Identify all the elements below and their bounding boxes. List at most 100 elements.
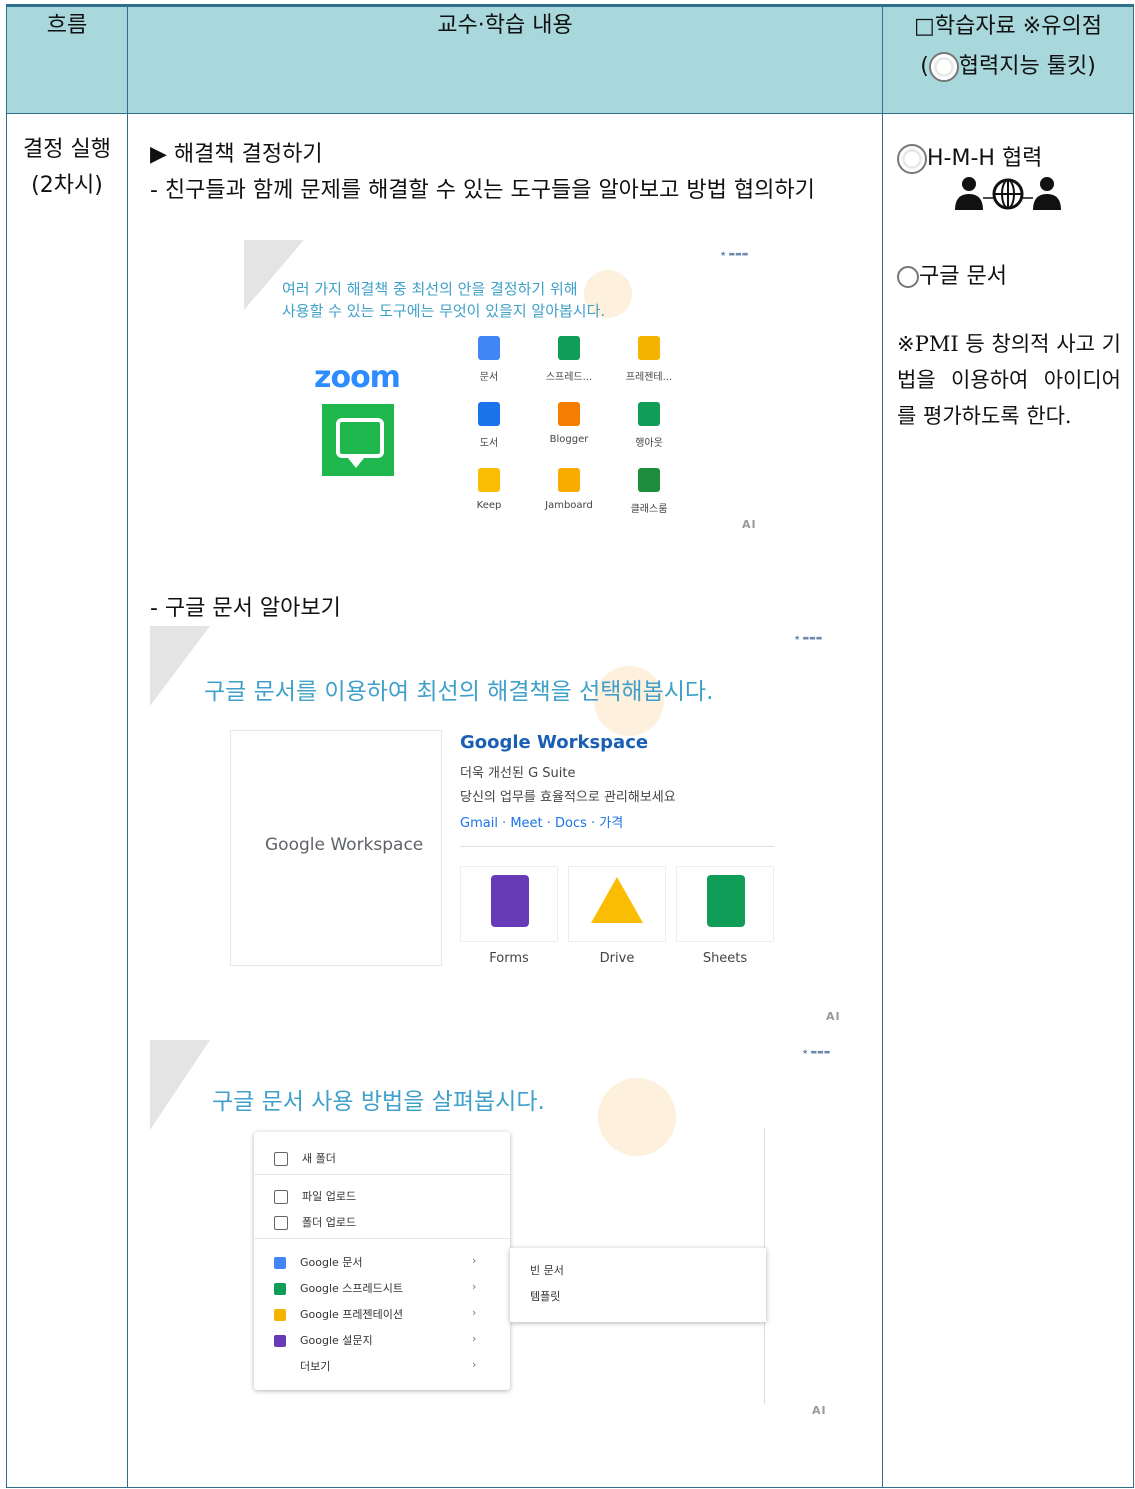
app-icon — [558, 336, 580, 360]
app-label: 행아웃 — [635, 438, 663, 449]
menu-item-1[interactable]: 새 폴더 — [274, 1150, 336, 1166]
workspace-logo-card: Google Workspace — [230, 730, 442, 966]
app-label: 도서 — [479, 438, 499, 449]
slide-decoration — [150, 626, 210, 706]
google-app-4[interactable]: 도서 — [454, 402, 524, 449]
slides-icon — [274, 1309, 286, 1321]
menu-item-7[interactable]: Google 설문지 — [274, 1332, 373, 1348]
lesson-plan-table: 흐름 교수·학습 내용 □학습자료 ※유의점 (협력지능 툴킷) 결정 실행 (… — [6, 4, 1134, 1488]
menu-item-label: Google 프레젠테이션 — [300, 1308, 404, 1321]
workspace-tile-2[interactable]: Drive — [568, 866, 666, 966]
blank-icon — [274, 1361, 286, 1373]
submenu-blank-doc[interactable]: 빈 문서 — [530, 1262, 564, 1278]
slide-tools: ★ ▬▬▬ 여러 가지 해결책 중 최선의 안을 결정하기 위해 사용할 수 있… — [244, 240, 768, 540]
app-icon — [558, 468, 580, 492]
workspace-tile-label: Forms — [489, 951, 529, 966]
menu-item-label: 새 폴더 — [302, 1152, 336, 1165]
institution-logo: ★ ▬▬▬ — [720, 250, 749, 258]
new-folder-icon — [274, 1152, 288, 1166]
header-materials-line1: □학습자료 ※유의점 — [914, 14, 1102, 39]
header-materials: □학습자료 ※유의점 (협력지능 툴킷) — [882, 5, 1134, 114]
people-globe-icon — [953, 176, 1063, 212]
slide-tools-title: 여러 가지 해결책 중 최선의 안을 결정하기 위해 사용할 수 있는 도구에는… — [282, 280, 606, 320]
institution-logo: ★ ▬▬▬ — [802, 1048, 831, 1056]
material-google-docs: 구글 문서 — [897, 258, 1007, 290]
hangouts-meet-icon — [322, 404, 394, 476]
app-label: Blogger — [549, 434, 589, 445]
cci-badge-icon — [928, 52, 959, 82]
menu-divider — [254, 1174, 510, 1175]
header-content: 교수·학습 내용 — [127, 5, 883, 114]
header-materials-line2: (협력지능 툴킷) — [883, 47, 1133, 87]
google-app-1[interactable]: 문서 — [454, 336, 524, 383]
slide-decoration — [150, 1040, 210, 1130]
stage-name: 결정 실행 — [23, 137, 111, 162]
drive-icon — [591, 877, 643, 923]
slide-ai-mark: AI — [826, 1010, 841, 1023]
menu-item-label: Google 스프레드시트 — [300, 1282, 404, 1295]
menu-item-2[interactable]: 파일 업로드 — [274, 1188, 356, 1204]
menu-item-label: 파일 업로드 — [302, 1190, 357, 1203]
forms-icon — [274, 1335, 286, 1347]
workspace-card-title[interactable]: Google Workspace — [460, 732, 648, 753]
google-app-3[interactable]: 프레젠테... — [614, 336, 684, 383]
institution-logo: ★ ▬▬▬ — [794, 634, 823, 642]
menu-item-label: 폴더 업로드 — [302, 1216, 357, 1229]
content-cell: ▶ 해결책 결정하기 - 친구들과 함께 문제를 해결할 수 있는 도구들을 알… — [127, 113, 883, 1488]
app-icon — [478, 402, 500, 426]
folder-upload-icon — [274, 1216, 288, 1230]
submenu-template[interactable]: 템플릿 — [530, 1288, 560, 1304]
workspace-tile-label: Drive — [599, 951, 635, 966]
workspace-card-links[interactable]: Gmail · Meet · Docs · 가격 — [460, 812, 623, 831]
zoom-logo: zoom — [314, 360, 401, 395]
menu-item-3[interactable]: 폴더 업로드 — [274, 1214, 356, 1230]
app-icon — [638, 468, 660, 492]
slide-workspace: ★ ▬▬▬ 구글 문서를 이용하여 최선의 해결책을 선택해봅시다. Googl… — [150, 626, 862, 1038]
circle-bullet-icon — [897, 266, 919, 288]
menu-item-5[interactable]: Google 스프레드시트 — [274, 1280, 403, 1296]
file-upload-icon — [274, 1190, 288, 1204]
google-app-8[interactable]: Jamboard — [534, 468, 604, 511]
google-app-6[interactable]: 행아웃 — [614, 402, 684, 449]
new-menu: 새 폴더파일 업로드폴더 업로드 Google 문서 › Google 스프레드시트 ›… — [254, 1132, 510, 1390]
menu-item-label: 더보기 — [300, 1360, 331, 1373]
workspace-card-line2: 당신의 업무를 효율적으로 관리해보세요 — [460, 790, 676, 805]
workspace-tile-3[interactable]: Sheets — [676, 866, 774, 966]
google-app-2[interactable]: 스프레드... — [534, 336, 604, 383]
forms-icon — [491, 875, 529, 927]
menu-item-4[interactable]: Google 문서 — [274, 1254, 363, 1270]
header-flow: 흐름 — [6, 5, 128, 114]
app-label: 프레젠테... — [625, 372, 673, 383]
stage-cell: 결정 실행 (2차시) — [6, 113, 128, 1488]
sheets-icon — [274, 1283, 286, 1295]
cci-badge-icon — [897, 144, 927, 174]
app-icon — [478, 468, 500, 492]
material-note: ※PMI 등 창의적 사고 기법을 이용하여 아이디어를 평가하도록 한다. — [897, 332, 1121, 428]
google-app-7[interactable]: Keep — [454, 468, 524, 511]
menu-item-label: Google 문서 — [300, 1256, 363, 1269]
slide-docs-howto: ★ ▬▬▬ 구글 문서 사용 방법을 살펴봅시다. 새 폴더파일 업로드폴더 업… — [150, 1040, 862, 1418]
stage-period: (2차시) — [31, 173, 103, 198]
app-icon — [638, 336, 660, 360]
material-collaboration: H-M-H 협력 — [897, 140, 1042, 174]
slide-ai-mark: AI — [812, 1404, 827, 1417]
menu-item-label: Google 설문지 — [300, 1334, 373, 1347]
menu-item-6[interactable]: Google 프레젠테이션 — [274, 1306, 403, 1322]
workspace-logo: Google Workspace — [265, 835, 424, 855]
workspace-tile-1[interactable]: Forms — [460, 866, 558, 966]
slide-docs-howto-title: 구글 문서 사용 방법을 살펴봅시다. — [212, 1089, 545, 1115]
app-icon — [558, 402, 580, 426]
slide-ai-mark: AI — [742, 518, 757, 531]
app-icon — [638, 402, 660, 426]
chevron-right-icon: › — [472, 1254, 477, 1267]
menu-item-8[interactable]: 더보기 — [274, 1358, 330, 1374]
google-app-9[interactable]: 클래스룸 — [614, 468, 684, 515]
bullet-google-docs: - 구글 문서 알아보기 — [150, 596, 341, 621]
menu-divider — [254, 1238, 510, 1239]
app-label: 스프레드... — [545, 372, 593, 383]
workspace-tile-label: Sheets — [702, 951, 748, 966]
app-icon — [478, 336, 500, 360]
chevron-right-icon: › — [472, 1280, 477, 1293]
slide-sun-decoration — [598, 1078, 676, 1156]
google-app-5[interactable]: Blogger — [534, 402, 604, 445]
